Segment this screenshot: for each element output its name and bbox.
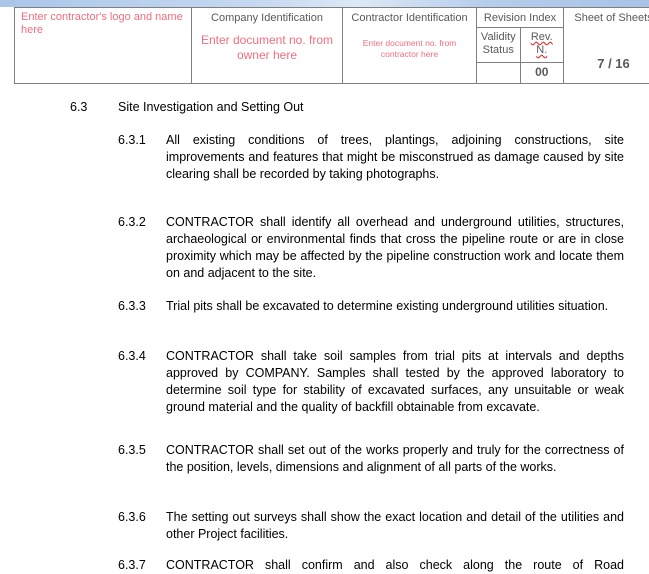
clause-number: 6.3.3 — [118, 298, 146, 315]
clause-6-3-7: 6.3.7 CONTRACTOR shall confirm and also … — [118, 557, 624, 574]
contractor-identification-cell: Contractor Identification Enter document… — [343, 8, 477, 84]
validity-status-header-cell: Validity Status — [477, 28, 521, 63]
section-title: Site Investigation and Setting Out — [118, 99, 304, 115]
clause-text: Trial pits shall be excavated to determi… — [166, 298, 624, 315]
clause-number: 6.3.4 — [118, 348, 146, 365]
clause-text: The setting out surveys shall show the e… — [166, 509, 624, 543]
contractor-document-placeholder[interactable]: Enter document no. from contractor here — [343, 25, 476, 60]
clause-number: 6.3.2 — [118, 214, 146, 231]
contractor-identification-label: Contractor Identification — [343, 8, 476, 25]
section-number: 6.3 — [70, 99, 110, 115]
validity-status-label: Validity Status — [477, 28, 520, 57]
clause-text: CONTRACTOR shall identify all overhead a… — [166, 214, 624, 282]
company-document-placeholder[interactable]: Enter document no. from owner here — [192, 25, 342, 63]
revision-index-cell: Revision Index — [477, 8, 564, 28]
company-identification-cell: Company Identification Enter document no… — [192, 8, 343, 84]
rev-no-label-line2: N. — [536, 44, 547, 56]
rev-no-label: Rev. N. — [521, 28, 564, 57]
contractor-logo-cell: Enter contractor's logo and name here — [15, 8, 192, 84]
clause-text: All existing conditions of trees, planti… — [166, 132, 624, 183]
clause-6-3-1: 6.3.1 All existing conditions of trees, … — [118, 132, 624, 183]
sheet-value: 7 / 16 — [564, 25, 649, 71]
document-top-bar — [0, 0, 649, 7]
contractor-logo-placeholder[interactable]: Enter contractor's logo and name here — [15, 8, 191, 37]
rev-no-label-line1: Rev. — [531, 31, 553, 43]
company-identification-label: Company Identification — [192, 8, 342, 25]
clause-6-3-4: 6.3.4 CONTRACTOR shall take soil samples… — [118, 348, 624, 416]
rev-no-value-cell: 00 — [520, 63, 564, 84]
clause-6-3-6: 6.3.6 The setting out surveys shall show… — [118, 509, 624, 543]
revision-index-label: Revision Index — [477, 8, 563, 25]
document-header-table: Enter contractor's logo and name here Co… — [14, 7, 649, 84]
clause-6-3-3: 6.3.3 Trial pits shall be excavated to d… — [118, 298, 624, 315]
clause-6-3-2: 6.3.2 CONTRACTOR shall identify all over… — [118, 214, 624, 282]
clause-number: 6.3.5 — [118, 442, 146, 459]
clause-text: CONTRACTOR shall confirm and also check … — [166, 557, 624, 574]
clause-6-3-5: 6.3.5 CONTRACTOR shall set out of the wo… — [118, 442, 624, 476]
clause-text: CONTRACTOR shall take soil samples from … — [166, 348, 624, 416]
rev-no-value: 00 — [521, 63, 564, 81]
clause-number: 6.3.7 — [118, 557, 146, 574]
sheet-label: Sheet of Sheets — [564, 8, 649, 25]
rev-no-header-cell: Rev. N. — [520, 28, 564, 63]
validity-status-value-cell[interactable] — [477, 63, 521, 84]
sheet-cell: Sheet of Sheets 7 / 16 — [564, 8, 649, 84]
clause-number: 6.3.1 — [118, 132, 146, 149]
clause-text: CONTRACTOR shall set out of the works pr… — [166, 442, 624, 476]
clause-number: 6.3.6 — [118, 509, 146, 526]
